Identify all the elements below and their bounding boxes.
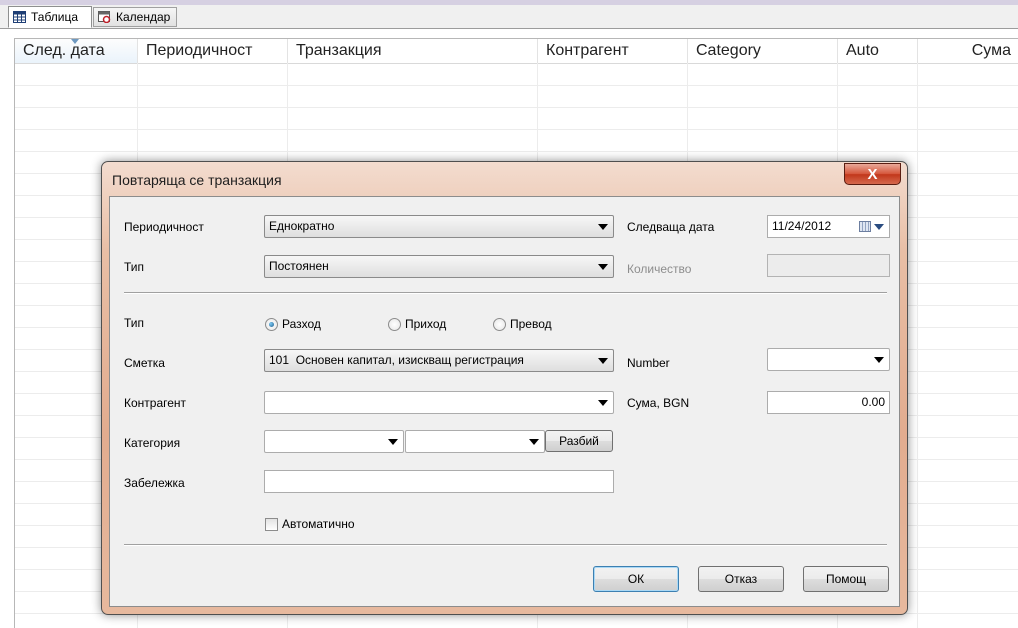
radio-selected-icon — [265, 317, 278, 331]
column-header-label: Сума — [971, 42, 1011, 59]
tab-strip: Таблица Календар — [0, 5, 1018, 29]
help-button[interactable]: Помощ — [803, 566, 889, 592]
radio-unselected-icon — [388, 317, 401, 331]
close-button[interactable]: X — [844, 163, 901, 185]
tab-calendar-label: Календар — [116, 10, 171, 24]
amount-label: Сума, BGN — [627, 396, 690, 410]
chevron-down-icon — [598, 400, 608, 406]
tab-calendar[interactable]: Календар — [93, 7, 177, 27]
category-select[interactable] — [264, 430, 404, 453]
recurring-transaction-dialog: Повтаряща се транзакция X Периодичност Е… — [101, 161, 908, 615]
checkbox-unchecked-icon — [265, 517, 278, 531]
schedule-type-label: Тип — [124, 260, 145, 274]
column-header-amount[interactable]: Сума — [918, 39, 1018, 63]
column-header-label: Транзакция — [296, 42, 382, 59]
amount-value: 0.00 — [861, 395, 885, 409]
table-row[interactable] — [15, 63, 1018, 86]
dialog-title: Повтаряща се транзакция — [112, 172, 282, 188]
payee-label: Контрагент — [124, 396, 187, 410]
column-header-label: Контрагент — [546, 42, 629, 59]
dialog-body: Периодичност Еднократно Следваща дата 11… — [109, 196, 900, 607]
calendar-icon[interactable] — [859, 221, 871, 232]
cancel-button[interactable]: Отказ — [698, 566, 784, 592]
next-date-label: Следваща дата — [627, 220, 715, 234]
periodicity-select[interactable]: Еднократно — [264, 215, 614, 238]
radio-unselected-icon — [493, 317, 506, 331]
payee-select[interactable] — [264, 391, 614, 414]
column-header-label: Auto — [846, 42, 879, 59]
number-select[interactable] — [767, 348, 890, 371]
column-header-payee[interactable]: Контрагент — [538, 39, 688, 63]
ok-button[interactable]: ОК — [593, 566, 679, 592]
amount-field[interactable]: 0.00 — [767, 391, 890, 414]
table-icon — [13, 11, 26, 23]
chevron-down-icon — [529, 439, 539, 445]
split-button[interactable]: Разбий — [545, 430, 613, 452]
chevron-down-icon — [598, 224, 608, 230]
quantity-label: Количество — [627, 262, 692, 276]
table-row[interactable] — [15, 85, 1018, 108]
column-header-label: Category — [696, 42, 761, 59]
chevron-down-icon — [598, 358, 608, 364]
auto-checkbox[interactable]: Автоматично — [265, 517, 355, 531]
account-value: 101 Основен капитал, изискващ регистраци… — [269, 353, 524, 367]
split-button-label: Разбий — [559, 434, 599, 448]
tab-table[interactable]: Таблица — [8, 6, 92, 28]
radio-transfer[interactable]: Превод — [493, 317, 552, 331]
radio-income-label: Приход — [405, 317, 447, 331]
column-header-periodicity[interactable]: Периодичност — [138, 39, 288, 63]
column-header-auto[interactable]: Auto — [838, 39, 918, 63]
chevron-down-icon — [874, 357, 884, 363]
radio-transfer-label: Превод — [510, 317, 552, 331]
sort-arrow-icon — [71, 39, 79, 44]
column-header-label: След. дата — [23, 42, 105, 59]
column-header-transaction[interactable]: Транзакция — [288, 39, 538, 63]
chevron-down-icon[interactable] — [874, 224, 884, 230]
next-date-value: 11/24/2012 — [772, 219, 832, 233]
buttons-divider — [124, 544, 887, 546]
periodicity-value: Еднократно — [269, 219, 335, 233]
cancel-button-label: Отказ — [724, 572, 758, 586]
calendar-icon — [98, 11, 111, 24]
auto-checkbox-label: Автоматично — [282, 517, 355, 531]
next-date-picker[interactable]: 11/24/2012 — [767, 215, 890, 238]
radio-expense[interactable]: Разход — [265, 317, 321, 331]
table-row[interactable] — [15, 129, 1018, 152]
account-select[interactable]: 101 Основен капитал, изискващ регистраци… — [264, 349, 614, 372]
grid-header: След. дата Периодичност Транзакция Контр… — [15, 39, 1018, 64]
section-divider — [124, 292, 887, 294]
ok-button-label: ОК — [627, 572, 645, 586]
chevron-down-icon — [598, 264, 608, 270]
schedule-type-select[interactable]: Постоянен — [264, 255, 614, 278]
memo-field[interactable] — [264, 470, 614, 493]
account-label: Сметка — [124, 356, 165, 370]
quantity-field — [767, 254, 890, 277]
schedule-type-value: Постоянен — [269, 259, 329, 273]
chevron-down-icon — [388, 439, 398, 445]
radio-expense-label: Разход — [282, 317, 321, 331]
tab-table-label: Таблица — [31, 10, 79, 24]
help-button-label: Помощ — [825, 572, 867, 586]
column-header-next-date[interactable]: След. дата — [15, 39, 138, 63]
memo-label: Забележка — [124, 476, 185, 490]
periodicity-label: Периодичност — [124, 220, 204, 234]
column-header-label: Периодичност — [146, 42, 253, 59]
number-label: Number — [627, 356, 670, 370]
subcategory-select[interactable] — [405, 430, 545, 453]
tx-type-label: Тип — [124, 316, 145, 330]
category-label: Категория — [124, 436, 181, 450]
table-row[interactable] — [15, 107, 1018, 130]
column-header-category[interactable]: Category — [688, 39, 838, 63]
radio-income[interactable]: Приход — [388, 317, 446, 331]
close-icon: X — [867, 165, 878, 183]
